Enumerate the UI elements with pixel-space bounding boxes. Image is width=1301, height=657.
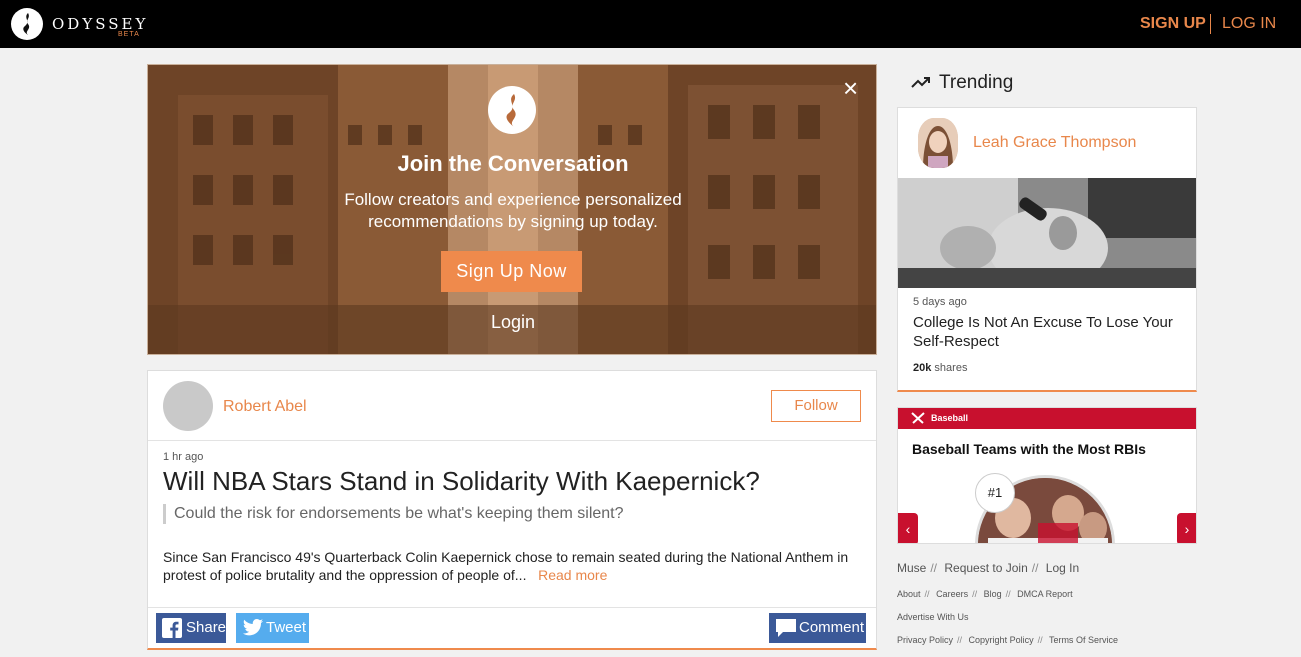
footer-separator: //	[972, 589, 978, 599]
footer-link-copyright-policy[interactable]: Copyright Policy	[969, 635, 1034, 645]
ranker-rank-badge: #1	[975, 473, 1015, 513]
footer-link-request-to-join[interactable]: Request to Join	[944, 561, 1027, 575]
ranker-widget: Baseball Baseball Teams with the Most RB…	[897, 407, 1197, 544]
log-in-link[interactable]: LOG IN	[1222, 15, 1276, 33]
footer-separator: //	[1031, 561, 1039, 575]
read-more-link[interactable]: Read more	[538, 567, 607, 583]
footer-links-row2: Advertise With Us	[897, 612, 969, 622]
join-conversation-banner: × Join the Conversation Follow creators …	[147, 64, 877, 355]
chevron-right-icon[interactable]: ›	[1177, 513, 1196, 543]
baseball-bats-icon	[911, 412, 925, 424]
login-link[interactable]: Login	[148, 312, 876, 333]
ranker-title[interactable]: Baseball Teams with the Most RBIs	[912, 441, 1146, 457]
trending-author-avatar[interactable]	[918, 118, 958, 168]
footer-link-dmca-report[interactable]: DMCA Report	[1017, 589, 1073, 599]
article-excerpt: Since San Francisco 49's Quarterback Col…	[163, 548, 853, 584]
comment-button[interactable]: Comment	[769, 613, 866, 643]
author-row: Robert Abel Follow	[148, 371, 876, 441]
article-subhead: Could the risk for endorsements be what'…	[163, 504, 624, 524]
footer-main-links: Muse // Request to Join // Log In	[897, 561, 1079, 575]
facebook-icon	[162, 618, 182, 638]
trending-article-image[interactable]	[898, 178, 1196, 288]
follow-button[interactable]: Follow	[771, 390, 861, 422]
article-card: Robert Abel Follow 1 hr ago Will NBA Sta…	[147, 370, 877, 650]
sign-up-link[interactable]: SIGN UP	[1140, 15, 1206, 33]
article-headline[interactable]: Will NBA Stars Stand in Solidarity With …	[163, 466, 760, 497]
ranker-category-bar: Baseball	[898, 408, 1196, 429]
footer-link-careers[interactable]: Careers	[936, 589, 968, 599]
top-navigation-bar: ODYSSEY BETA SIGN UP LOG IN	[0, 0, 1301, 48]
odyssey-logo-icon[interactable]	[11, 8, 43, 40]
footer-link-about[interactable]: About	[897, 589, 921, 599]
sign-up-now-button[interactable]: Sign Up Now	[441, 251, 582, 292]
trending-timestamp: 5 days ago	[913, 296, 967, 308]
footer-separator: //	[1005, 589, 1011, 599]
chevron-left-icon[interactable]: ‹	[898, 513, 918, 543]
odyssey-logo-icon	[488, 86, 536, 134]
header-divider	[1210, 14, 1211, 34]
ranker-category: Baseball	[931, 413, 969, 423]
footer-separator: //	[957, 635, 963, 645]
footer-link-terms-of-service[interactable]: Terms Of Service	[1049, 635, 1118, 645]
footer-link-advertise[interactable]: Advertise With Us	[897, 612, 969, 622]
trending-author-name[interactable]: Leah Grace Thompson	[973, 134, 1136, 152]
comment-icon	[776, 619, 796, 637]
trending-heading: Trending	[939, 72, 1014, 93]
footer-separator: //	[1037, 635, 1043, 645]
footer-link-muse[interactable]: Muse	[897, 561, 926, 575]
footer-links-row3: Privacy Policy// Copyright Policy// Term…	[897, 635, 1118, 645]
footer-link-privacy-policy[interactable]: Privacy Policy	[897, 635, 953, 645]
beta-badge: BETA	[118, 31, 140, 38]
footer-separator: //	[930, 561, 938, 575]
trending-article-card[interactable]: Leah Grace Thompson 5 days ago College I…	[897, 107, 1197, 392]
tweet-label: Tweet	[266, 619, 307, 636]
trending-up-icon	[911, 77, 930, 88]
divider	[148, 607, 876, 608]
article-timestamp: 1 hr ago	[163, 451, 204, 463]
share-label: Share	[186, 619, 227, 636]
twitter-share-button[interactable]: Tweet	[236, 613, 309, 643]
author-avatar[interactable]	[163, 381, 213, 431]
facebook-share-button[interactable]: Share	[156, 613, 226, 643]
shares-label: shares	[934, 362, 968, 374]
trending-article-title[interactable]: College Is Not An Excuse To Lose Your Se…	[913, 313, 1183, 351]
comment-label: Comment	[799, 619, 865, 636]
twitter-icon	[242, 619, 264, 636]
join-title: Join the Conversation	[397, 151, 629, 176]
excerpt-text: Since San Francisco 49's Quarterback Col…	[163, 549, 849, 583]
footer-link-log-in[interactable]: Log In	[1046, 561, 1079, 575]
footer-separator: //	[924, 589, 930, 599]
footer-links-row1: About// Careers// Blog// DMCA Report	[897, 589, 1073, 599]
footer-link-blog[interactable]: Blog	[984, 589, 1002, 599]
author-name[interactable]: Robert Abel	[223, 398, 307, 416]
trending-share-count: 20k shares	[913, 362, 967, 374]
close-icon[interactable]: ×	[843, 75, 858, 101]
shares-count: 20k	[913, 362, 932, 374]
join-subtitle: Follow creators and experience personali…	[344, 190, 682, 231]
